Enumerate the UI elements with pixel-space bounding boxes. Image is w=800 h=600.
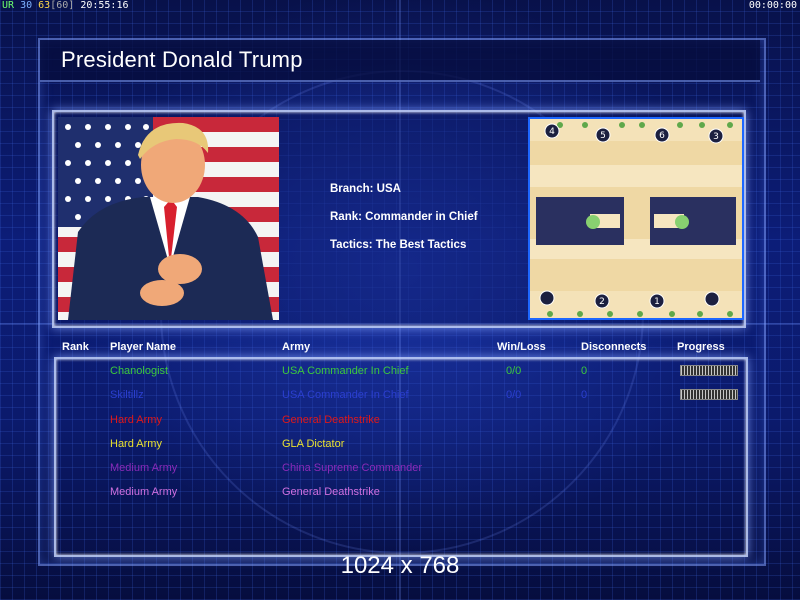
start-position-2: 2 — [594, 293, 610, 309]
player-disconnects: 0 — [581, 365, 588, 377]
header-player-name: Player Name — [110, 341, 177, 353]
resolution-label: 1024 x 768 — [340, 552, 460, 579]
table-row[interactable]: Medium Army General Deathstrike — [0, 486, 800, 506]
rank-label: Rank: Commander in Chief — [330, 211, 478, 223]
portrait-image — [58, 117, 279, 320]
start-position-5: 5 — [595, 127, 611, 143]
svg-text:5: 5 — [600, 131, 606, 141]
branch-label: Branch: USA — [330, 183, 401, 195]
player-disconnects: 0 — [581, 389, 588, 401]
tactics-label: Tactics: The Best Tactics — [330, 239, 467, 251]
table-row[interactable]: Hard Army GLA Dictator — [0, 438, 800, 458]
start-position-empty-left — [539, 290, 555, 306]
player-name: Chanologist — [110, 365, 169, 377]
table-row[interactable]: Chanologist USA Commander In Chief 0/0 0 — [0, 365, 800, 385]
player-army: General Deathstrike — [282, 414, 380, 426]
start-position-3: 3 — [708, 128, 724, 144]
player-name: Medium Army — [110, 462, 178, 474]
status-ur: UR — [2, 0, 15, 11]
player-army: China Supreme Commander — [282, 462, 423, 474]
player-name: Skiltillz — [110, 389, 144, 401]
status-30: 30 — [20, 0, 33, 11]
table-row[interactable]: Skiltillz USA Commander In Chief 0/0 0 — [0, 389, 800, 409]
player-army: General Deathstrike — [282, 486, 380, 498]
player-win-loss: 0/0 — [506, 389, 522, 401]
player-army: GLA Dictator — [282, 438, 345, 450]
map-preview: 4 5 6 3 2 1 — [528, 117, 744, 320]
player-name: Hard Army — [110, 414, 162, 426]
status-clock: 20:55:16 — [80, 0, 129, 11]
hands — [158, 254, 202, 284]
svg-text:2: 2 — [599, 297, 605, 307]
status-timer: 00:00:00 — [748, 0, 797, 11]
player-name: Medium Army — [110, 486, 178, 498]
player-army: USA Commander In Chief — [282, 389, 409, 401]
svg-text:3: 3 — [713, 132, 719, 142]
page-title: President Donald Trump — [61, 47, 303, 72]
status-63: 63 — [38, 0, 51, 11]
progress-bar — [680, 365, 738, 376]
start-position-4: 4 — [544, 123, 560, 139]
player-details: Branch: USA Rank: Commander in Chief Tac… — [330, 183, 478, 267]
header-rank: Rank — [62, 341, 89, 353]
player-name: Hard Army — [110, 438, 162, 450]
svg-text:4: 4 — [549, 127, 555, 137]
header-army: Army — [282, 341, 311, 353]
header-disconnects: Disconnects — [581, 341, 647, 353]
start-position-empty-right — [704, 291, 720, 307]
svg-text:1: 1 — [654, 297, 660, 307]
table-row[interactable]: Hard Army General Deathstrike — [0, 414, 800, 434]
svg-text:6: 6 — [659, 131, 665, 141]
progress-bar — [680, 389, 738, 400]
start-position-6: 6 — [654, 127, 670, 143]
table-row[interactable]: Medium Army China Supreme Commander — [0, 462, 800, 482]
header-progress: Progress — [677, 341, 725, 353]
header-win-loss: Win/Loss — [497, 341, 546, 353]
player-army: USA Commander In Chief — [282, 365, 409, 377]
status-bar: UR 30 63[60] 20:55:16 00:00:00 — [0, 0, 800, 12]
start-position-1: 1 — [649, 293, 665, 309]
player-win-loss: 0/0 — [506, 365, 522, 377]
status-60: [60] — [50, 0, 75, 11]
